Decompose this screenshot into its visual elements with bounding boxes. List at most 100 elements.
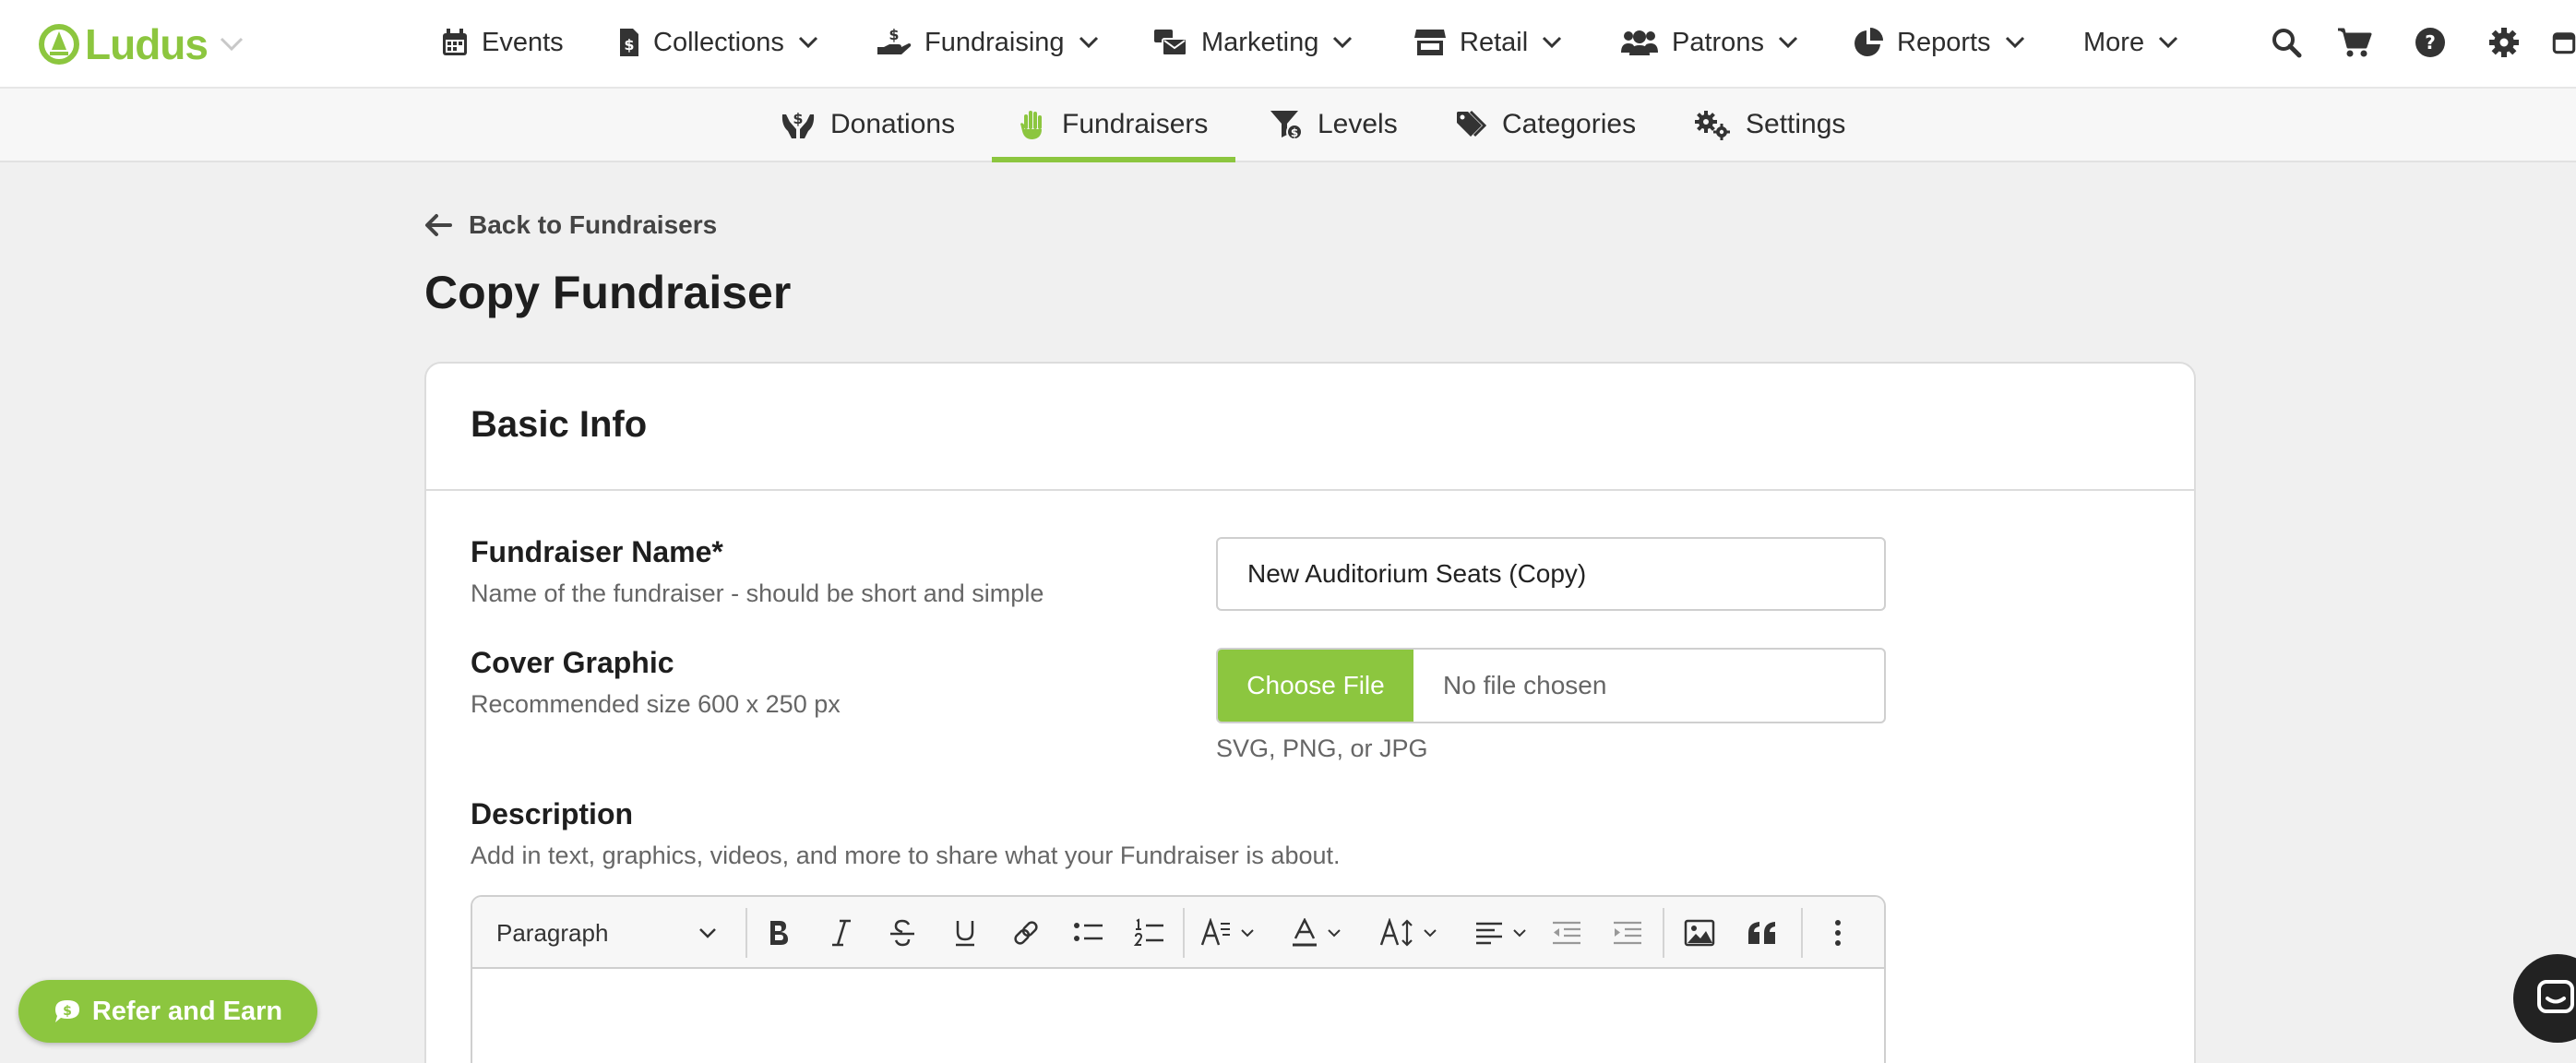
nav-item-marketing[interactable]: Marketing — [1153, 0, 1354, 85]
toolbar-separator — [1801, 908, 1803, 958]
align-button[interactable] — [1467, 914, 1535, 951]
invoice-dollar-icon: $ — [620, 29, 638, 56]
strikethrough-button[interactable] — [884, 914, 921, 951]
mail-bulk-icon — [1154, 30, 1187, 56]
arrow-left-icon — [425, 214, 452, 236]
calendar-icon — [443, 29, 467, 55]
fundraising-sub-nav: $ Donations Fundraisers $ Levels Categor… — [0, 89, 2576, 162]
italic-button[interactable] — [823, 914, 860, 951]
tab-label: Categories — [1502, 109, 1637, 139]
numbered-list-icon — [1134, 918, 1163, 946]
font-size-icon — [1379, 918, 1413, 947]
top-nav-bar: Ludus Events $ Collections $ Fundraising… — [0, 0, 2576, 89]
toolbar-separator — [1663, 908, 1664, 958]
nav-item-fundraising[interactable]: $ Fundraising — [877, 0, 1100, 85]
users-icon — [1621, 30, 1658, 55]
fundraiser-name-label: Fundraiser Name* — [471, 535, 723, 568]
tab-levels[interactable]: $ Levels — [1270, 89, 1398, 161]
back-link-label: Back to Fundraisers — [469, 210, 718, 239]
hand-holding-dollar-icon: $ — [877, 27, 912, 54]
chevron-down-icon — [1079, 36, 1098, 49]
nav-item-more[interactable]: More — [2083, 0, 2179, 85]
ludus-logo[interactable]: Ludus — [39, 20, 244, 68]
bulleted-list-button[interactable] — [1070, 914, 1107, 951]
more-tools-button[interactable] — [1819, 914, 1856, 951]
search-button[interactable] — [2268, 24, 2305, 61]
chevron-down-icon — [1424, 929, 1437, 938]
chevron-down-icon — [1241, 929, 1254, 938]
tab-donations[interactable]: $ Donations — [781, 89, 955, 161]
nav-item-collections[interactable]: $ Collections — [618, 0, 819, 85]
font-color-button[interactable] — [1284, 914, 1349, 951]
tab-label: Levels — [1318, 109, 1398, 139]
link-icon — [1014, 921, 1038, 945]
block-format-select[interactable]: Paragraph — [496, 914, 718, 951]
app-name: Ludus — [85, 20, 209, 68]
tags-icon — [1457, 110, 1487, 137]
chevron-down-icon — [1513, 929, 1526, 938]
nav-item-label: Reports — [1897, 27, 1991, 57]
search-icon — [2272, 29, 2302, 58]
font-family-icon — [1200, 918, 1230, 946]
bulleted-list-icon — [1074, 923, 1103, 941]
help-button[interactable]: ? — [2412, 24, 2449, 61]
hand-raised-icon — [1020, 111, 1042, 139]
calendar-check-button[interactable] — [2552, 24, 2576, 61]
image-icon — [1684, 919, 1715, 947]
svg-text:$: $ — [624, 36, 634, 54]
fundraiser-name-input[interactable] — [1216, 537, 1886, 611]
tab-label: Fundraisers — [1062, 109, 1209, 139]
italic-icon — [832, 919, 851, 947]
editor-toolbar: Paragraph — [472, 897, 1884, 969]
nav-item-label: Marketing — [1201, 27, 1319, 57]
underline-button[interactable] — [947, 914, 984, 951]
outdent-button[interactable] — [1548, 914, 1585, 951]
description-help: Add in text, graphics, videos, and more … — [471, 842, 1341, 869]
file-status-text: No file chosen — [1443, 671, 1607, 699]
numbered-list-button[interactable] — [1131, 914, 1168, 951]
back-to-fundraisers-link[interactable]: Back to Fundraisers — [424, 210, 717, 240]
tab-categories[interactable]: Categories — [1456, 89, 1636, 161]
page-title: Copy Fundraiser — [424, 267, 792, 318]
chevron-down-icon — [1333, 36, 1353, 49]
gear-icon — [2489, 28, 2519, 57]
chevron-down-icon — [1778, 36, 1798, 49]
cart-icon — [2338, 28, 2372, 57]
font-family-button[interactable] — [1196, 914, 1260, 951]
chevron-down-icon[interactable] — [219, 36, 244, 53]
nav-item-label: Patrons — [1672, 27, 1764, 57]
nav-item-events[interactable]: Events — [441, 0, 564, 85]
settings-button[interactable] — [2486, 24, 2522, 61]
cover-graphic-help: Recommended size 600 x 250 px — [471, 690, 841, 718]
file-type-hint: SVG, PNG, or JPG — [1216, 735, 1428, 762]
chat-icon — [2537, 980, 2574, 1013]
cart-button[interactable] — [2336, 24, 2373, 61]
strikethrough-icon — [890, 919, 914, 947]
tab-fundraisers[interactable]: Fundraisers — [991, 89, 1236, 162]
svg-text:$: $ — [793, 110, 803, 127]
chat-launcher-button[interactable] — [2513, 954, 2576, 1043]
block-format-value: Paragraph — [496, 918, 609, 947]
nav-item-reports[interactable]: Reports — [1853, 0, 2026, 85]
font-size-button[interactable] — [1373, 914, 1445, 951]
chat-dollar-icon: $ — [54, 1000, 79, 1022]
indent-button[interactable] — [1609, 914, 1646, 951]
link-button[interactable] — [1008, 914, 1044, 951]
nav-item-label: Fundraising — [924, 27, 1065, 57]
pie-chart-icon — [1854, 28, 1883, 56]
chevron-down-icon — [2159, 36, 2178, 49]
editor-content-area[interactable] — [472, 969, 1884, 1063]
nav-item-patrons[interactable]: Patrons — [1620, 0, 1799, 85]
tab-settings[interactable]: Settings — [1694, 89, 1845, 161]
refer-and-earn-button[interactable]: $ Refer and Earn — [18, 980, 317, 1043]
insert-image-button[interactable] — [1681, 914, 1718, 951]
bold-button[interactable] — [760, 914, 797, 951]
chevron-down-icon — [1328, 929, 1341, 938]
tab-label: Donations — [830, 109, 956, 139]
refer-and-earn-label: Refer and Earn — [91, 996, 283, 1026]
underline-icon — [956, 921, 974, 947]
nav-item-label: Events — [482, 27, 564, 57]
choose-file-button[interactable]: Choose File — [1218, 650, 1413, 722]
blockquote-button[interactable] — [1744, 914, 1781, 951]
nav-item-retail[interactable]: Retail — [1413, 0, 1563, 85]
